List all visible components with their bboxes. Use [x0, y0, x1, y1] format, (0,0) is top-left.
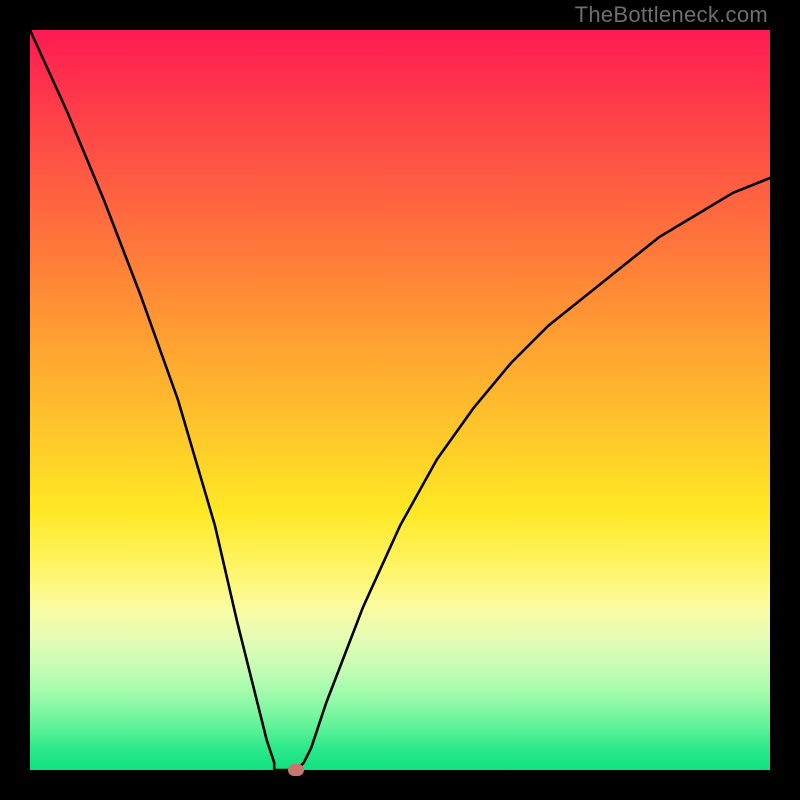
optimal-point-marker [288, 764, 304, 776]
chart-frame: TheBottleneck.com [0, 0, 800, 800]
watermark-text: TheBottleneck.com [575, 2, 768, 28]
plot-area [30, 30, 770, 770]
bottleneck-curve [30, 30, 770, 770]
curve-path [30, 30, 770, 770]
